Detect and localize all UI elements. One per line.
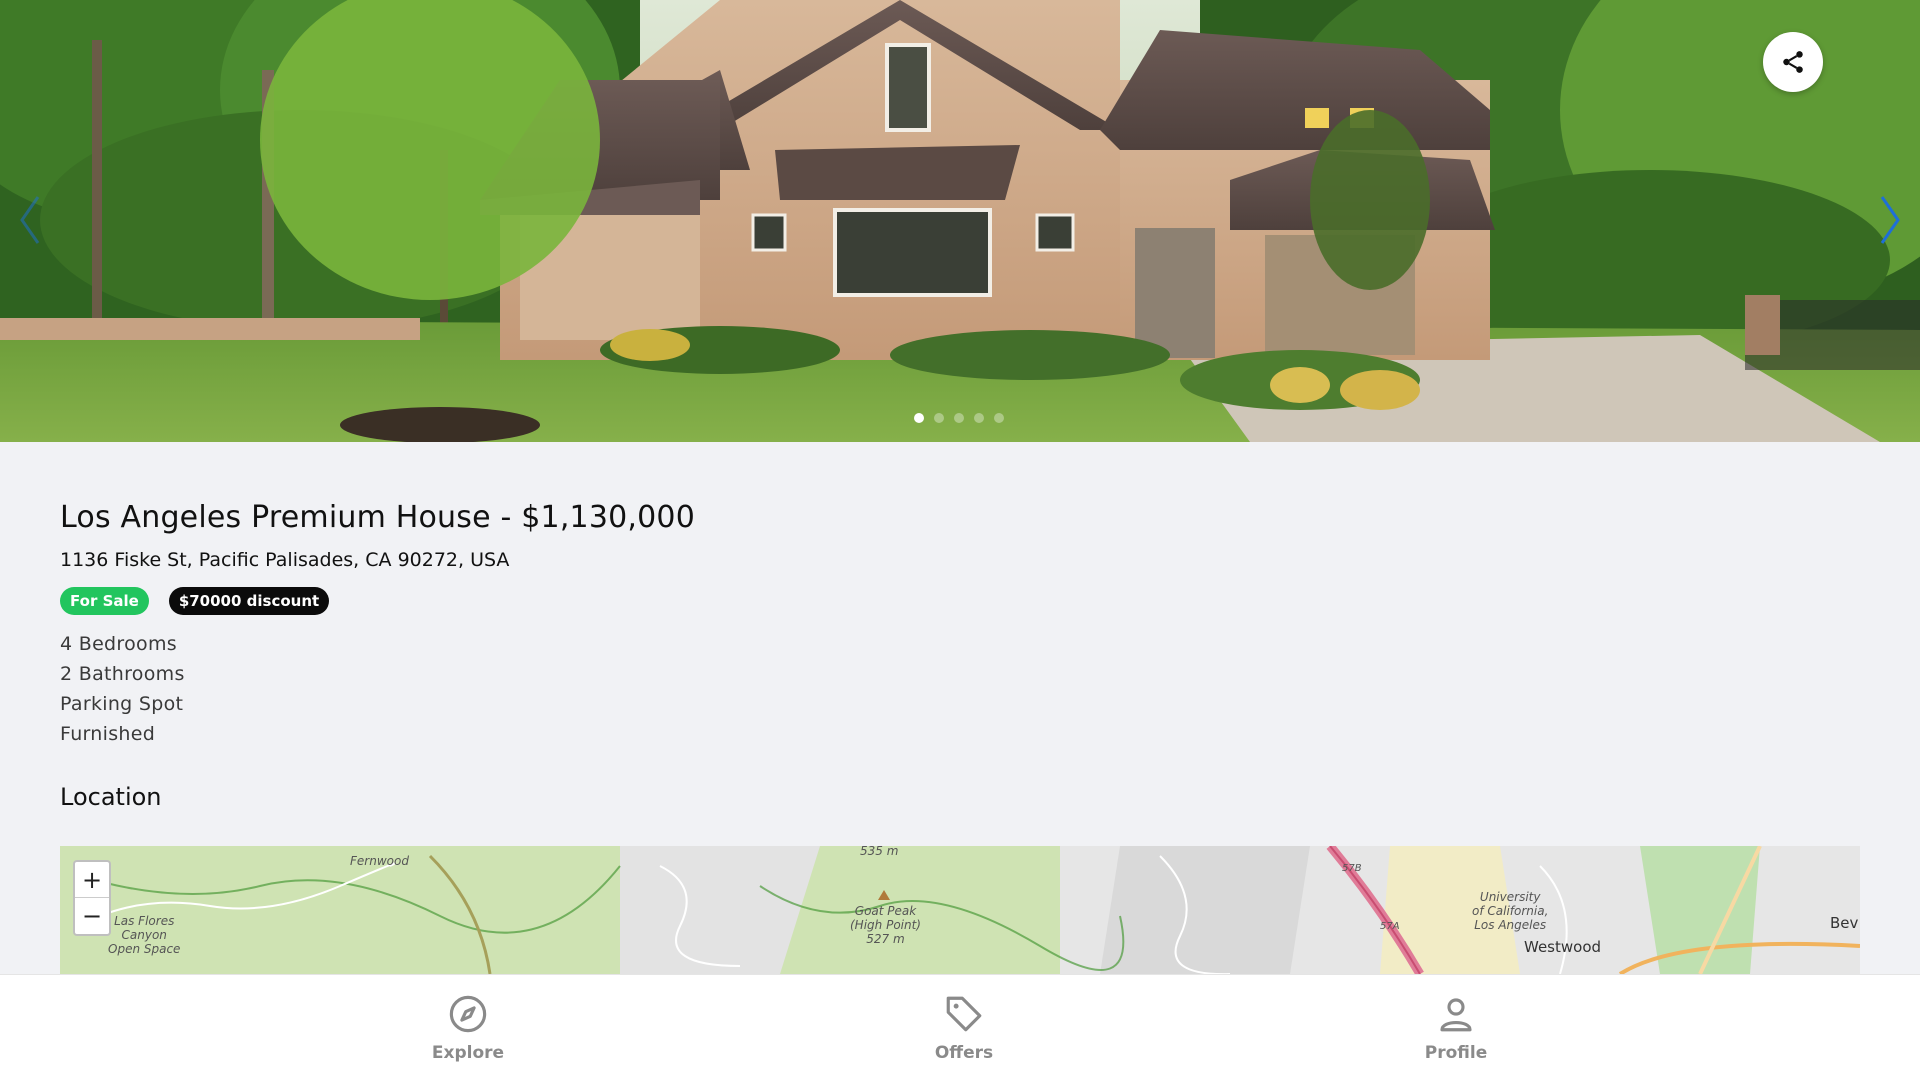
listing-title: Los Angeles Premium House - $1,130,000 — [60, 500, 696, 535]
listing-badges: For Sale $70000 discount — [60, 587, 1860, 615]
map-label-las-flores: Las Flores Canyon Open Space — [108, 914, 181, 956]
map-zoom-control: + − — [73, 860, 111, 936]
nav-item-offers[interactable]: Offers — [904, 993, 1024, 1063]
tag-icon — [946, 996, 982, 1032]
location-map[interactable]: Fernwood 535 m Goat Peak (High Point) 52… — [60, 846, 1860, 974]
zoom-out-button[interactable]: − — [75, 898, 109, 934]
map-label-ucla: University of California, Los Angeles — [1472, 890, 1549, 932]
nav-item-profile[interactable]: Profile — [1396, 993, 1516, 1063]
share-button[interactable] — [1763, 32, 1823, 92]
bottom-navigation: Explore Offers Profile — [0, 974, 1920, 1080]
hero-carousel[interactable] — [0, 0, 1920, 442]
carousel-dot[interactable] — [974, 413, 984, 423]
compass-icon — [449, 995, 487, 1033]
carousel-dot[interactable] — [914, 413, 924, 423]
chevron-right-icon — [1880, 196, 1900, 244]
feature-bathrooms: 2 Bathrooms — [60, 663, 185, 685]
feature-furnished: Furnished — [60, 723, 156, 745]
carousel-dot[interactable] — [954, 413, 964, 423]
map-label-elevation: 535 m — [860, 846, 899, 858]
carousel-dot[interactable] — [994, 413, 1004, 423]
map-label-bev: Bev — [1830, 914, 1859, 932]
for-sale-badge: For Sale — [60, 587, 149, 615]
listing-address: 1136 Fiske St, Pacific Palisades, CA 902… — [60, 549, 510, 571]
discount-badge: $70000 discount — [168, 587, 330, 615]
map-label-exit-57a: 57A — [1380, 921, 1400, 932]
carousel-prev-button[interactable] — [10, 190, 50, 250]
nav-item-explore[interactable]: Explore — [408, 993, 528, 1063]
feature-parking: Parking Spot — [60, 693, 184, 715]
location-heading: Location — [60, 783, 162, 811]
chevron-left-icon — [20, 196, 40, 244]
nav-label-offers: Offers — [934, 1043, 994, 1063]
carousel-next-button[interactable] — [1870, 190, 1910, 250]
zoom-in-button[interactable]: + — [75, 862, 109, 898]
map-label-westwood: Westwood — [1524, 938, 1602, 956]
nav-label-profile: Profile — [1424, 1043, 1488, 1063]
share-icon — [1783, 51, 1803, 73]
carousel-pagination — [914, 413, 1004, 423]
map-label-fernwood: Fernwood — [350, 854, 409, 868]
carousel-dot[interactable] — [934, 413, 944, 423]
nav-label-explore: Explore — [431, 1043, 505, 1063]
house-photo — [0, 0, 1920, 442]
map-label-exit-57b: 57B — [1342, 863, 1362, 874]
listing-details: Los Angeles Premium House - $1,130,000 1… — [60, 500, 1860, 811]
features-list: 4 Bedrooms 2 Bathrooms Parking Spot Furn… — [60, 629, 1860, 749]
user-icon — [1440, 998, 1472, 1032]
feature-bedrooms: 4 Bedrooms — [60, 633, 177, 655]
map-label-goat-peak: Goat Peak (High Point) 527 m — [850, 904, 921, 946]
